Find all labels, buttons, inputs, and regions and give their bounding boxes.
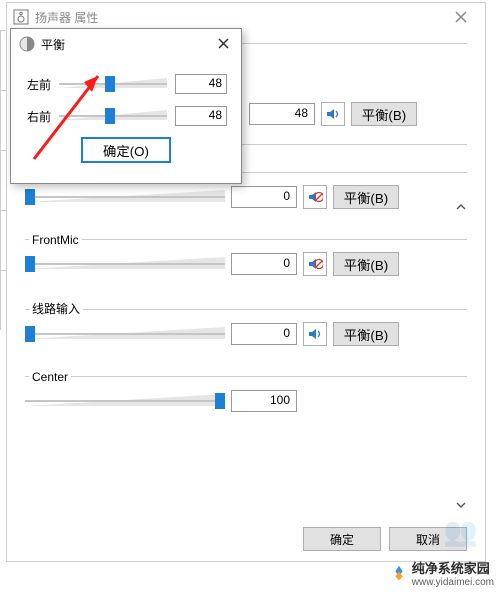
balance-button[interactable]: 平衡(B) [333,252,399,276]
ok-button[interactable]: 确定 [303,527,381,551]
main-close-button[interactable] [441,3,481,31]
slider-thumb[interactable] [105,108,115,124]
level-slider[interactable] [25,322,225,346]
level-slider[interactable] [25,252,225,276]
mute-button[interactable] [303,185,327,209]
balance-ok-button[interactable]: 确定(O) [81,137,171,163]
watermark-brand: 纯净系统家园 [412,558,494,577]
balance-close-button[interactable] [211,33,235,53]
level-group: 线路输入 0 平衡(B) [25,292,467,346]
balance-button[interactable]: 平衡(B) [333,185,399,209]
watermark-logo-icon [390,564,408,582]
level-value[interactable]: 0 [231,323,297,345]
mute-button[interactable] [303,252,327,276]
close-icon [455,11,467,23]
speaker-on-icon [325,106,341,122]
mute-button[interactable] [303,322,327,346]
channel-label: 右前 [21,108,51,125]
chevron-up-icon [456,202,466,212]
level-group: Center 100 [25,362,467,413]
level-value[interactable]: 100 [231,390,297,412]
group-label: 线路输入 [29,300,83,317]
watermark: 纯净系统家园 www.yidaimei.com [390,558,494,588]
master-level-row: 48 平衡(B) [249,102,467,126]
scroll-up-arrow[interactable] [453,199,469,215]
background-people-icon: 👥 [443,515,472,548]
balance-icon [19,36,35,52]
speaker-icon [13,9,29,25]
level-slider[interactable] [25,185,225,209]
level-slider[interactable] [25,389,225,413]
channel-value[interactable]: 48 [175,74,227,94]
balance-dialog: 平衡 左前 48 右前 48 确定(O) [10,28,242,184]
group-label: Center [29,370,71,384]
channel-value[interactable]: 48 [175,106,227,126]
group-label: FrontMic [29,233,82,247]
scroll-down-arrow[interactable] [453,497,469,513]
channel-slider[interactable] [59,105,167,127]
close-icon [218,38,229,49]
main-title: 扬声器 属性 [35,9,98,26]
slider-thumb[interactable] [25,189,35,205]
balance-channel-row: 右前 48 [21,105,231,127]
balance-button[interactable]: 平衡(B) [333,322,399,346]
slider-thumb[interactable] [105,76,115,92]
speaker-on-icon [307,326,323,342]
balance-title: 平衡 [41,36,65,53]
channel-label: 左前 [21,76,51,93]
channel-slider[interactable] [59,73,167,95]
watermark-url: www.yidaimei.com [412,577,494,588]
slider-thumb[interactable] [25,326,35,342]
master-level-value[interactable]: 48 [249,103,315,125]
balance-titlebar[interactable]: 平衡 [11,29,241,59]
speaker-muted-icon [307,189,323,205]
chevron-down-icon [456,500,466,510]
level-group: FrontMic 0 平衡(B) [25,225,467,276]
level-value[interactable]: 0 [231,253,297,275]
level-value[interactable]: 0 [231,186,297,208]
slider-thumb[interactable] [25,256,35,272]
balance-channel-row: 左前 48 [21,73,231,95]
master-mute-button[interactable] [321,102,345,126]
vertical-scrollbar[interactable] [453,199,469,513]
slider-thumb[interactable] [215,393,225,409]
speaker-muted-icon [307,256,323,272]
master-balance-button[interactable]: 平衡(B) [351,102,417,126]
main-titlebar[interactable]: 扬声器 属性 [7,3,485,31]
